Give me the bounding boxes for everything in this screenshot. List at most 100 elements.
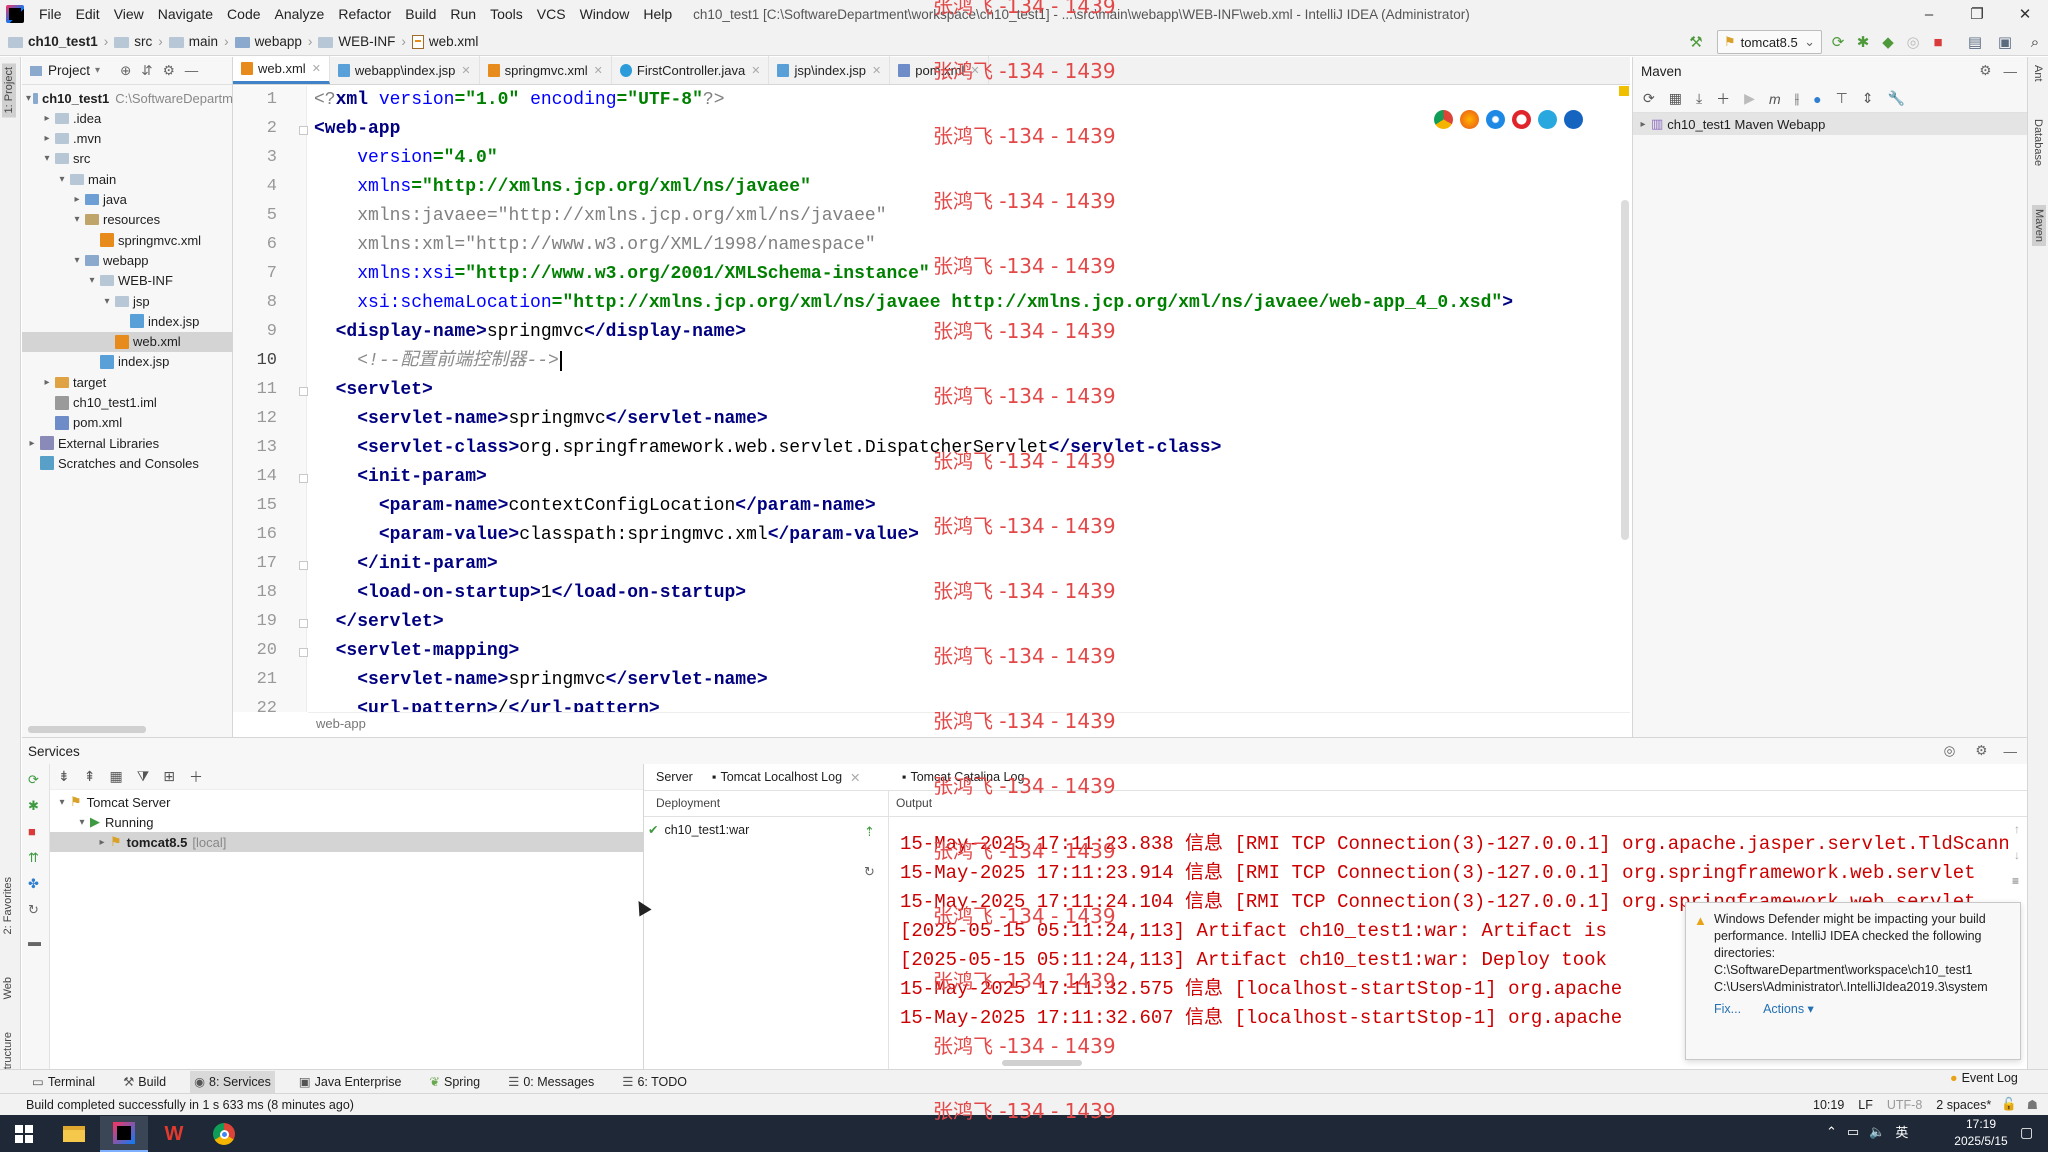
add-icon[interactable]: ＋ (1716, 89, 1730, 109)
tool-window-project[interactable]: 1: Project (2, 63, 16, 118)
chrome-icon[interactable] (1434, 110, 1453, 129)
service-item[interactable]: ▸ ⚑ tomcat8.5 [local] (50, 832, 644, 852)
hide-panel-icon[interactable]: — (2004, 744, 2018, 759)
service-item[interactable]: ▾ ▶ Running (50, 812, 644, 832)
close-tab-icon[interactable]: ✕ (594, 64, 603, 77)
chevron-down-icon[interactable]: ▾ (76, 817, 88, 828)
chevron-right-icon[interactable]: ▸ (41, 377, 53, 388)
refresh-icon[interactable]: ↻ (864, 864, 875, 880)
tool-tab[interactable]: ⚒ Build (119, 1071, 170, 1093)
chrome-taskbar-icon[interactable] (200, 1116, 248, 1152)
close-tab-icon[interactable]: ✕ (312, 62, 321, 75)
chevron-down-icon[interactable]: ▾ (56, 797, 68, 808)
refresh-icon[interactable]: ↻ (28, 902, 39, 918)
output-scrollbar[interactable] (1002, 1060, 1082, 1066)
intellij-taskbar-icon[interactable] (100, 1116, 148, 1152)
editor-tab[interactable]: webapp\index.jsp ✕ (330, 56, 480, 84)
deploy-up-icon[interactable]: ⇡ (864, 824, 875, 840)
reload-icon[interactable]: ⟳ (1643, 90, 1655, 107)
tree-item[interactable]: springmvc.xml (22, 230, 233, 250)
menu-vcs[interactable]: VCS (530, 0, 573, 28)
menu-code[interactable]: Code (220, 0, 267, 28)
chevron-down-icon[interactable]: ▾ (71, 255, 83, 266)
lock-icon[interactable]: 🔓 (2001, 1097, 2017, 1112)
tree-item[interactable]: ▸ .idea (22, 108, 233, 128)
restore-button[interactable]: ❐ (1954, 0, 2000, 28)
tab-tomcat-localhost-log[interactable]: ▪ Tomcat Localhost Log ✕ (712, 764, 861, 790)
clock[interactable]: 17:19 2025/5/15 (1946, 1116, 2016, 1150)
chevron-down-icon[interactable]: ▾ (41, 153, 53, 164)
project-structure-icon[interactable]: ▤ (1965, 32, 1985, 52)
tool-tab[interactable]: ❦ Spring (426, 1071, 485, 1093)
gear-icon[interactable]: ⚙ (1979, 63, 1991, 79)
chevron-right-icon[interactable]: ▸ (26, 438, 38, 449)
build-hammer-icon[interactable]: ⚒ (1686, 32, 1706, 52)
actions-link[interactable]: Actions ▾ (1763, 1001, 1814, 1018)
gear-icon[interactable]: ⚙ (163, 63, 175, 79)
tree-item[interactable]: ▸ java (22, 190, 233, 210)
windows-start-icon[interactable] (0, 1116, 48, 1152)
tab-server[interactable]: Server (656, 764, 693, 790)
safari-icon[interactable] (1486, 110, 1505, 129)
event-log-button[interactable]: ● Event Log (1950, 1071, 2018, 1085)
tree-item[interactable]: index.jsp (22, 352, 233, 372)
hide-panel-icon[interactable]: — (2004, 64, 2018, 79)
chevron-up-icon[interactable]: ⌃ (1826, 1124, 1837, 1140)
menu-navigate[interactable]: Navigate (151, 0, 220, 28)
menu-edit[interactable]: Edit (69, 0, 107, 28)
debug-icon[interactable]: ✱ (1853, 32, 1873, 52)
file-encoding[interactable]: UTF-8 (1887, 1098, 1922, 1112)
tool-window-favorites[interactable]: 2: Favorites (2, 877, 14, 934)
tree-item[interactable]: web.xml (22, 331, 233, 352)
file-explorer-icon[interactable] (50, 1116, 98, 1152)
fold-marker-icon[interactable] (299, 648, 308, 657)
tree-item[interactable]: ▾ ch10_test1 C:\SoftwareDepartm (22, 88, 233, 108)
editor-scrollbar[interactable] (1621, 200, 1629, 540)
generate-sources-icon[interactable]: ▦ (1669, 90, 1682, 107)
rerun-icon[interactable]: ⟳ (28, 772, 39, 788)
tree-item[interactable]: ▸ External Libraries (22, 433, 233, 453)
close-window-button[interactable]: ✕ (2002, 0, 2048, 28)
chevron-down-icon[interactable]: ▾ (26, 93, 31, 104)
new-tab-icon[interactable]: ⊞ (163, 768, 175, 785)
fold-marker-icon[interactable] (299, 387, 308, 396)
chevron-right-icon[interactable]: ▸ (41, 113, 53, 124)
tree-item[interactable]: pom.xml (22, 413, 233, 433)
chevron-down-icon[interactable]: ▾ (95, 65, 100, 76)
filter-icon[interactable]: ⧩ (137, 768, 150, 785)
opera-icon[interactable] (1512, 110, 1531, 129)
tree-item[interactable]: ▾ WEB-INF (22, 271, 233, 291)
breadcrumb-web-inf[interactable]: WEB-INF › (318, 34, 412, 49)
breadcrumb-web-xml[interactable]: web.xml (411, 34, 478, 49)
tool-window-database[interactable]: Database (2032, 119, 2044, 166)
minimize-button[interactable]: – (1906, 0, 1952, 28)
internet-explorer-icon[interactable] (1538, 110, 1557, 129)
tool-window-ant[interactable]: Ant (2032, 65, 2044, 82)
update-icon[interactable]: ✤ (28, 876, 39, 892)
run-coverage-icon[interactable]: ◆ (1878, 32, 1898, 52)
project-view-select[interactable]: Project (48, 63, 90, 78)
chevron-right-icon[interactable]: ▸ (41, 133, 53, 144)
chevron-down-icon[interactable]: ▾ (86, 275, 98, 286)
tool-tab[interactable]: ◉ 8: Services (190, 1070, 275, 1093)
deployment-item[interactable]: ✔ ch10_test1:war (648, 822, 749, 838)
tree-item[interactable]: ch10_test1.iml (22, 393, 233, 413)
close-tab-icon[interactable]: ✕ (872, 64, 881, 77)
fold-marker-icon[interactable] (299, 126, 308, 135)
notification-center-icon[interactable]: ▢ (2020, 1124, 2033, 1141)
tree-item[interactable]: ▾ webapp (22, 250, 233, 270)
run-icon[interactable]: ▶ (1744, 90, 1755, 107)
tree-item[interactable]: ▾ src (22, 149, 233, 169)
soft-wrap-icon[interactable]: ≡ (2012, 874, 2019, 888)
tree-item[interactable]: index.jsp (22, 311, 233, 331)
chevron-right-icon[interactable]: ▸ (96, 837, 108, 848)
inspector-icon[interactable]: ☗ (2027, 1097, 2038, 1112)
breadcrumb-project[interactable]: ch10_test1 › (8, 34, 114, 49)
chevron-down-icon[interactable]: ▾ (56, 174, 68, 185)
menu-analyze[interactable]: Analyze (268, 0, 332, 28)
collapse-all-icon[interactable]: ⇞ (84, 768, 96, 785)
tool-tab[interactable]: ☰ 0: Messages (504, 1071, 598, 1093)
layout-icon[interactable]: ▬ (28, 934, 41, 949)
wps-icon[interactable]: W (150, 1116, 198, 1152)
deploy-icon[interactable]: ⇈ (28, 850, 39, 866)
